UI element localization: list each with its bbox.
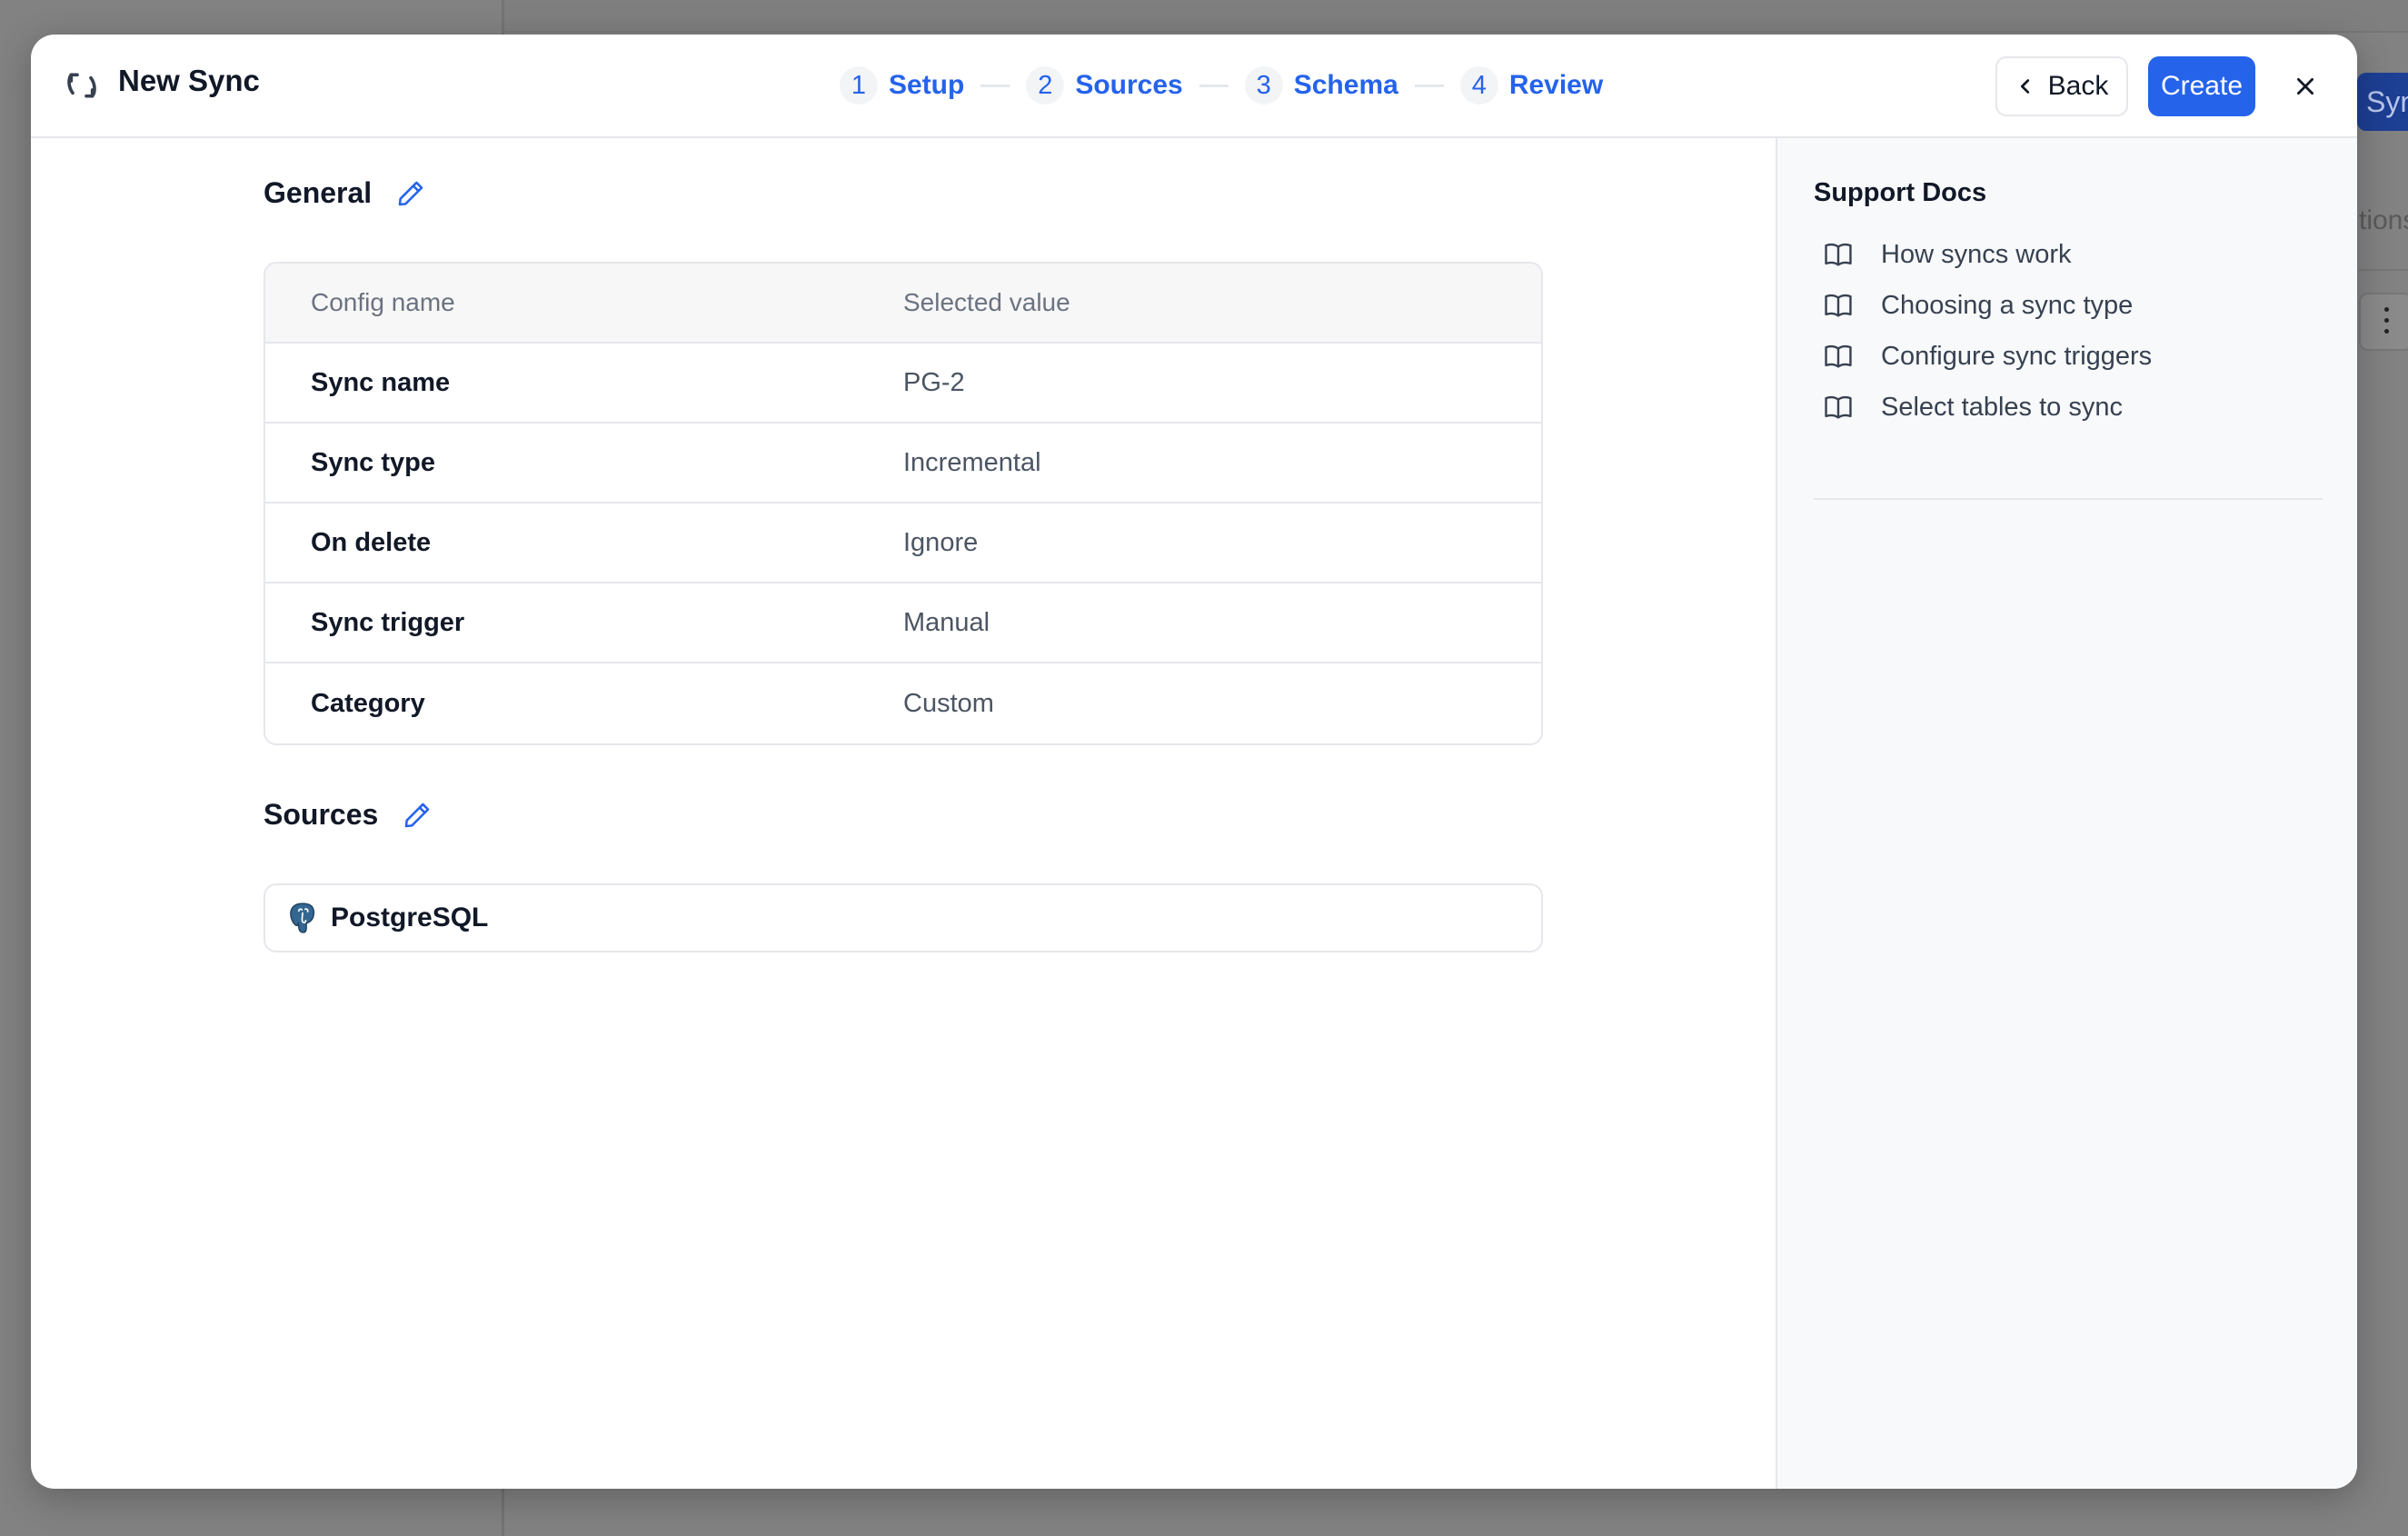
support-docs-divider [1814, 498, 2323, 500]
table-row: Sync name PG-2 [265, 344, 1541, 424]
step-label: Sources [1075, 70, 1183, 100]
edit-general-pencil-icon[interactable] [395, 178, 426, 209]
step-setup[interactable]: 1 Setup [840, 66, 964, 105]
sources-section-title: Sources [264, 798, 379, 831]
step-label: Schema [1293, 70, 1398, 100]
general-section-title: General [264, 176, 373, 209]
doc-link[interactable]: Select tables to sync [1823, 382, 2152, 433]
doc-link-label: Select tables to sync [1881, 392, 2123, 422]
book-open-icon [1825, 243, 1852, 266]
config-name: Category [311, 688, 425, 718]
step-sources[interactable]: 2 Sources [1026, 66, 1183, 105]
step-separator [980, 84, 1010, 87]
column-header-config-name: Config name [311, 288, 455, 316]
support-docs-list: How syncs work Choosing a sync type Conf… [1823, 229, 2152, 433]
sources-section-header: Sources [264, 798, 433, 832]
review-content: General Config name Selected value Sync … [31, 138, 1776, 1489]
general-config-table: Config name Selected value Sync name PG-… [264, 262, 1543, 745]
book-open-icon [1825, 294, 1852, 317]
table-row: Sync type Incremental [265, 424, 1541, 504]
step-schema[interactable]: 3 Schema [1244, 66, 1398, 105]
config-name: Sync name [311, 367, 451, 397]
config-name: Sync type [311, 447, 435, 477]
step-number: 1 [840, 66, 878, 105]
edit-sources-pencil-icon[interactable] [402, 800, 433, 831]
table-row: Sync trigger Manual [265, 583, 1541, 663]
back-button-label: Back [2047, 71, 2109, 101]
step-number: 4 [1459, 66, 1498, 105]
background-row-divider [2359, 269, 2408, 271]
source-name: PostgreSQL [331, 903, 489, 933]
doc-link-label: Configure sync triggers [1881, 341, 2153, 371]
step-number: 3 [1244, 66, 1283, 105]
config-value: PG-2 [903, 367, 965, 397]
general-section-header: General [264, 176, 426, 210]
table-header: Config name Selected value [265, 264, 1541, 344]
book-open-icon [1825, 344, 1852, 368]
modal-header: New Sync 1 Setup 2 Sources 3 Schema 4 Re… [31, 35, 2357, 138]
step-number: 2 [1026, 66, 1065, 105]
background-text: tions [2359, 205, 2408, 235]
doc-link[interactable]: How syncs work [1823, 229, 2152, 280]
config-value: Incremental [903, 447, 1041, 477]
close-icon [2297, 78, 2313, 95]
step-label: Setup [889, 70, 965, 100]
step-separator [1414, 84, 1444, 87]
background-kebab-menu [2359, 293, 2408, 351]
doc-link[interactable]: Choosing a sync type [1823, 280, 2152, 331]
doc-link-label: Choosing a sync type [1881, 290, 2134, 320]
table-row: On delete Ignore [265, 504, 1541, 583]
support-docs-title: Support Docs [1814, 178, 1987, 207]
doc-link-label: How syncs work [1881, 239, 2072, 269]
step-separator [1199, 84, 1229, 87]
config-value: Ignore [903, 527, 979, 557]
support-docs-panel: Support Docs How syncs work Choosing a s… [1776, 138, 2357, 1489]
chevron-left-icon [2020, 79, 2029, 94]
table-row: Category Custom [265, 663, 1541, 743]
config-name: Sync trigger [311, 607, 465, 637]
close-button[interactable] [2283, 64, 2328, 109]
postgresql-icon [290, 903, 315, 933]
config-value: Custom [903, 688, 994, 718]
modal-title: New Sync [118, 64, 260, 97]
step-label: Review [1508, 70, 1604, 100]
sync-icon [67, 73, 96, 98]
config-value: Manual [903, 607, 990, 637]
background-topbar [504, 0, 2408, 33]
book-open-icon [1825, 395, 1852, 419]
create-button[interactable]: Create [2148, 56, 2255, 116]
step-review[interactable]: 4 Review [1459, 66, 1604, 105]
stepper: 1 Setup 2 Sources 3 Schema 4 Review [840, 65, 1603, 106]
column-header-selected-value: Selected value [903, 288, 1070, 316]
source-item-postgresql: PostgreSQL [264, 883, 1543, 953]
new-sync-modal: New Sync 1 Setup 2 Sources 3 Schema 4 Re… [31, 35, 2357, 1489]
background-sync-button: Sync [2357, 73, 2408, 131]
doc-link[interactable]: Configure sync triggers [1823, 331, 2152, 382]
back-button[interactable]: Back [1995, 56, 2128, 116]
config-name: On delete [311, 527, 432, 557]
